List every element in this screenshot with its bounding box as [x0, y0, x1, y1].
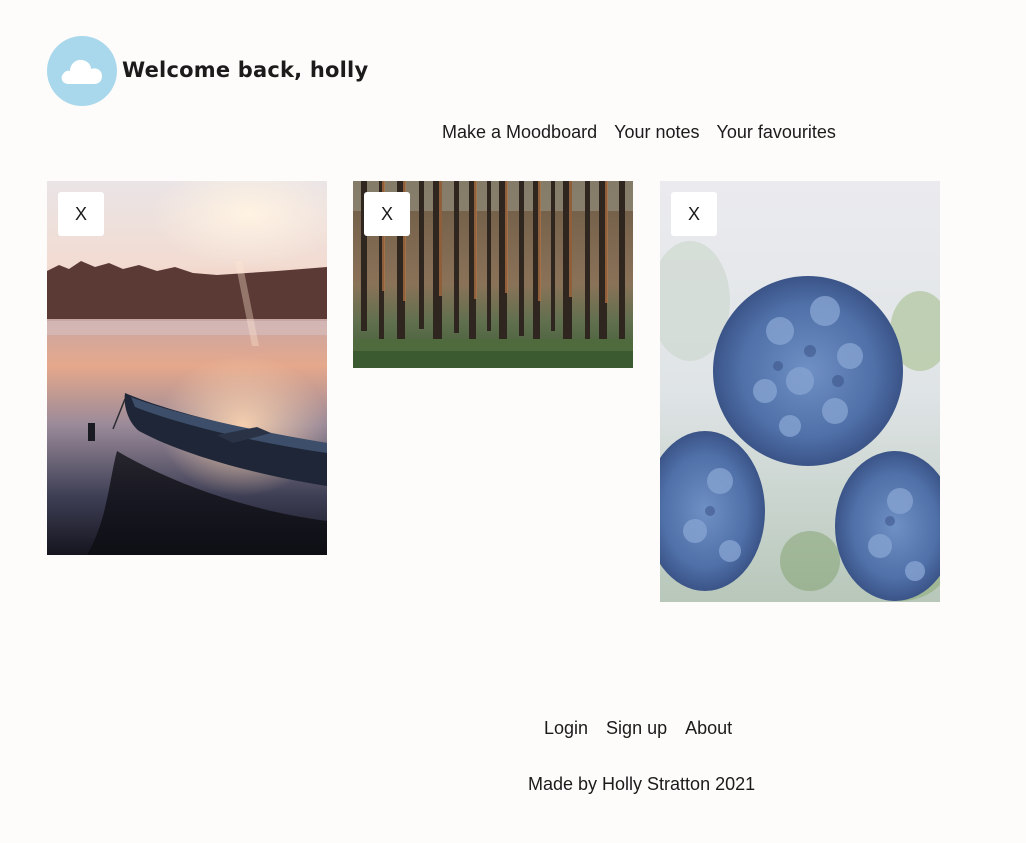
footer-login-link[interactable]: Login	[544, 718, 588, 739]
nav-make-moodboard[interactable]: Make a Moodboard	[442, 122, 597, 143]
footer-credit: Made by Holly Stratton 2021	[528, 774, 756, 794]
nav-your-favourites[interactable]: Your favourites	[717, 122, 836, 143]
cloud-icon	[61, 59, 102, 84]
remove-card-button[interactable]: X	[58, 192, 104, 236]
remove-card-button[interactable]: X	[364, 192, 410, 236]
moodboard-card[interactable]: X	[47, 181, 327, 555]
moodboard-card[interactable]: X	[660, 181, 940, 602]
blue-hydrangea-photo	[660, 181, 940, 602]
welcome-heading: Welcome back, holly	[122, 58, 369, 82]
main-nav: Make a Moodboard Your notes Your favouri…	[442, 122, 836, 143]
footer-nav: Login Sign up About	[544, 718, 732, 739]
footer-signup-link[interactable]: Sign up	[606, 718, 667, 739]
logo[interactable]	[47, 36, 117, 106]
nav-your-notes[interactable]: Your notes	[614, 122, 699, 143]
moodboard-card[interactable]: X	[353, 181, 633, 368]
lake-sunrise-boat-photo	[47, 181, 327, 555]
remove-card-button[interactable]: X	[671, 192, 717, 236]
footer-about-link[interactable]: About	[685, 718, 732, 739]
